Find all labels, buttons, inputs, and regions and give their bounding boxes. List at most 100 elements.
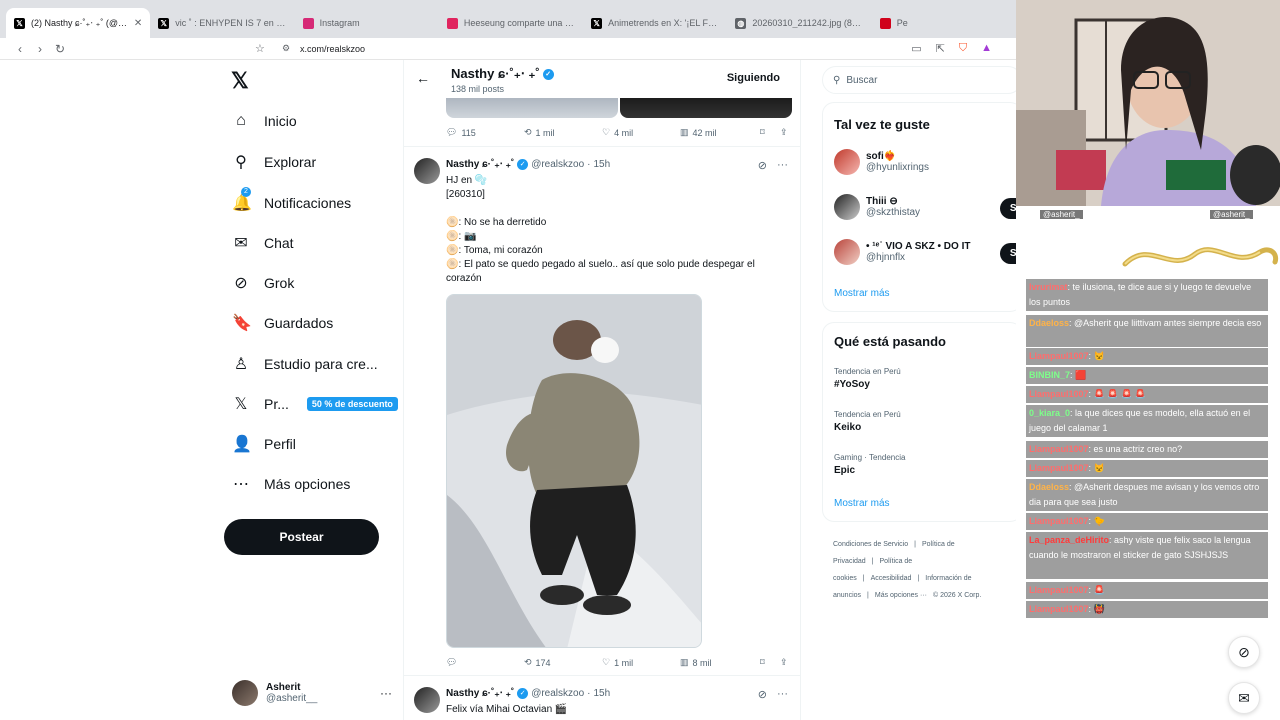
who-to-follow-item[interactable]: Thiii ⊖@skzthistaySeguir bbox=[834, 194, 1051, 220]
browser-tab[interactable]: 𝕏 (2) Nasthy ɕ·˚₊‧ ₊˚ (@realskzoo) / ✕ bbox=[6, 8, 151, 38]
following-button[interactable]: Siguiendo bbox=[727, 72, 780, 84]
repost-button[interactable]: ⟲ 1 mil bbox=[524, 127, 602, 138]
x-logo-icon[interactable]: 𝕏 bbox=[231, 68, 249, 94]
nav-item-notificaciones[interactable]: 🔔 2 Notificaciones bbox=[232, 187, 352, 213]
avatar[interactable] bbox=[414, 687, 440, 713]
chat-message: Llampaul1007: 🚨 bbox=[1026, 582, 1268, 599]
account-name: Asherit bbox=[266, 682, 301, 693]
reply-button[interactable]: 💬︎ bbox=[446, 657, 524, 668]
browser-tab[interactable]: 𝕏vic ˚ : ENHYPEN IS 7 en X: '— Tradu bbox=[150, 8, 294, 38]
who-to-follow-item[interactable]: • ¹ᵉ˙ VIO A SKZ • DO IT@hjnnflxSeguir bbox=[834, 239, 1051, 265]
reload-icon[interactable]: ↻ bbox=[50, 42, 70, 56]
footer-link[interactable]: Más opciones ··· bbox=[875, 592, 927, 599]
footer-link[interactable]: Condiciones de Servicio bbox=[833, 541, 908, 548]
tweet-author-handle[interactable]: @realskzoo bbox=[531, 159, 584, 170]
trend-item[interactable]: Gaming · Tendencia Epic bbox=[834, 453, 905, 476]
tweet-author-name[interactable]: Nasthy ɕ·˚₊‧ ₊˚ bbox=[446, 159, 514, 170]
footer-separator: | bbox=[914, 541, 916, 548]
brave-rewards-icon[interactable]: ▲ bbox=[981, 42, 992, 55]
nav-item-chat[interactable]: ✉ Chat bbox=[232, 233, 293, 253]
suggested-user-handle: @skzthistay bbox=[866, 207, 921, 218]
views-button[interactable]: ▥ 42 mil bbox=[680, 127, 760, 138]
nav-item-pr[interactable]: 𝕏 Pr... 50 % de descuento bbox=[232, 394, 398, 414]
bookmark-icon[interactable]: ⌑ bbox=[760, 657, 780, 668]
chat-username: 0_kiara_0 bbox=[1029, 408, 1071, 418]
like-button[interactable]: ♡ 4 mil bbox=[602, 127, 680, 138]
cast-icon[interactable]: ▭ bbox=[911, 42, 921, 55]
search-input[interactable]: ⚲ Buscar bbox=[822, 66, 1022, 94]
search-icon: ⚲ bbox=[235, 154, 247, 171]
tab-title: Instagram bbox=[319, 18, 360, 28]
reply-button[interactable]: 💬︎ 115 bbox=[446, 127, 524, 138]
grok-float-button[interactable]: ⊘ bbox=[1228, 636, 1260, 668]
nav-label: Inicio bbox=[264, 113, 297, 129]
close-icon[interactable]: ✕ bbox=[134, 18, 142, 29]
mail-icon: ✉ bbox=[234, 235, 248, 252]
premium-discount-badge[interactable]: 50 % de descuento bbox=[306, 397, 398, 411]
bookmark-star-icon[interactable]: ☆ bbox=[255, 42, 265, 55]
avatar bbox=[834, 149, 860, 175]
back-arrow-icon[interactable]: ← bbox=[416, 70, 430, 86]
nav-item-inicio[interactable]: ⌂ Inicio bbox=[232, 112, 297, 130]
tweet-author-handle[interactable]: @realskzoo bbox=[531, 688, 584, 699]
nav-item-más-opciones[interactable]: ⋯ Más opciones bbox=[232, 474, 350, 494]
grok-icon: ⊘ bbox=[1238, 643, 1250, 660]
nav-item-guardados[interactable]: 🔖 Guardados bbox=[232, 313, 333, 333]
tab-title: 20260310_211242.jpg (820×1024) bbox=[752, 18, 863, 28]
nav-label: Notificaciones bbox=[264, 195, 352, 211]
nav-item-explorar[interactable]: ⚲ Explorar bbox=[232, 152, 316, 172]
who-to-follow-item[interactable]: sofi❤️‍🔥@hyunlixringsSe bbox=[834, 149, 1051, 175]
bookmark-icon[interactable]: ⌑ bbox=[760, 127, 780, 138]
like-button[interactable]: ♡ 1 mil bbox=[602, 657, 680, 668]
footer-link[interactable]: © 2026 X Corp. bbox=[933, 592, 981, 599]
more-dots-icon[interactable]: ··· bbox=[777, 688, 788, 701]
chat-username: Llampaul1007 bbox=[1029, 389, 1089, 399]
more-dots-icon[interactable]: ··· bbox=[777, 159, 788, 172]
forward-arrow-icon[interactable]: › bbox=[30, 42, 50, 56]
tweet-time[interactable]: 15h bbox=[594, 159, 611, 170]
grok-icon[interactable]: ⊘ bbox=[758, 159, 767, 172]
browser-tab[interactable]: 𝕏 Animetrends en X: '¡EL FINAL DE U bbox=[583, 8, 727, 38]
account-switcher[interactable]: Asherit @asherit__ ··· bbox=[232, 680, 392, 706]
grok-icon[interactable]: ⊘ bbox=[758, 688, 767, 701]
photo-snow-person bbox=[447, 295, 701, 647]
share-icon[interactable]: ⇪ bbox=[780, 657, 788, 668]
tweet-time[interactable]: 15h bbox=[594, 688, 611, 699]
share-icon[interactable]: ⇱ bbox=[936, 42, 945, 55]
tweet-header: Nasthy ɕ·˚₊‧ ₊˚ ✓ @realskzoo · 15h bbox=[446, 688, 611, 699]
x-logo-icon: 𝕏 bbox=[158, 17, 170, 29]
nav-label: Explorar bbox=[264, 154, 317, 170]
share-icon[interactable]: ⇪ bbox=[780, 127, 788, 138]
trend-item[interactable]: Tendencia en Perú #YoSoy bbox=[834, 367, 901, 390]
suggested-user-name: sofi❤️‍🔥 bbox=[866, 151, 897, 162]
address-bar[interactable]: x.com/realskzoo bbox=[300, 44, 365, 54]
repost-button[interactable]: ⟲ 174 bbox=[524, 657, 602, 668]
more-dots-icon[interactable]: ··· bbox=[380, 686, 392, 700]
who-show-more-link[interactable]: Mostrar más bbox=[834, 288, 890, 299]
tweet-tools: ⊘ ··· bbox=[758, 159, 788, 172]
browser-tab[interactable]: Heeseung comparte una carta tras s bbox=[439, 8, 583, 38]
browser-tab[interactable]: Pe bbox=[872, 8, 1016, 38]
nav-item-estudio-para-cre[interactable]: ♙ Estudio para cre... bbox=[232, 354, 378, 374]
nav-item-perfil[interactable]: 👤 Perfil bbox=[232, 434, 296, 454]
browser-tab[interactable]: Instagram bbox=[295, 8, 439, 38]
trends-show-more-link[interactable]: Mostrar más bbox=[834, 498, 890, 509]
verified-badge-icon: ✓ bbox=[517, 688, 529, 699]
messages-float-button[interactable]: ✉ bbox=[1228, 682, 1260, 714]
avatar[interactable] bbox=[414, 158, 440, 184]
chat-username: Llampaul1007 bbox=[1029, 351, 1089, 361]
brave-shield-icon[interactable]: ⛉ bbox=[959, 42, 967, 55]
browser-tab[interactable]: ◍ 20260310_211242.jpg (820×1024) bbox=[727, 8, 871, 38]
previous-tweet-media[interactable] bbox=[446, 98, 792, 118]
footer-link[interactable]: Accesibilidad bbox=[871, 575, 912, 582]
tweet-photo[interactable] bbox=[446, 294, 702, 648]
chat-message: BINBIN_7: 🟥 bbox=[1026, 367, 1268, 384]
tweet-author-name[interactable]: Nasthy ɕ·˚₊‧ ₊˚ bbox=[446, 688, 514, 699]
site-info-icon[interactable]: ⚙ bbox=[282, 43, 290, 54]
back-arrow-icon[interactable]: ‹ bbox=[10, 42, 30, 56]
nav-item-grok[interactable]: ⊘ Grok bbox=[232, 273, 294, 293]
trend-item[interactable]: Tendencia en Perú Keiko bbox=[834, 410, 901, 433]
post-button[interactable]: Postear bbox=[224, 519, 379, 555]
views-button[interactable]: ▥ 8 mil bbox=[680, 657, 760, 668]
trend-topic: Epic bbox=[834, 465, 856, 476]
